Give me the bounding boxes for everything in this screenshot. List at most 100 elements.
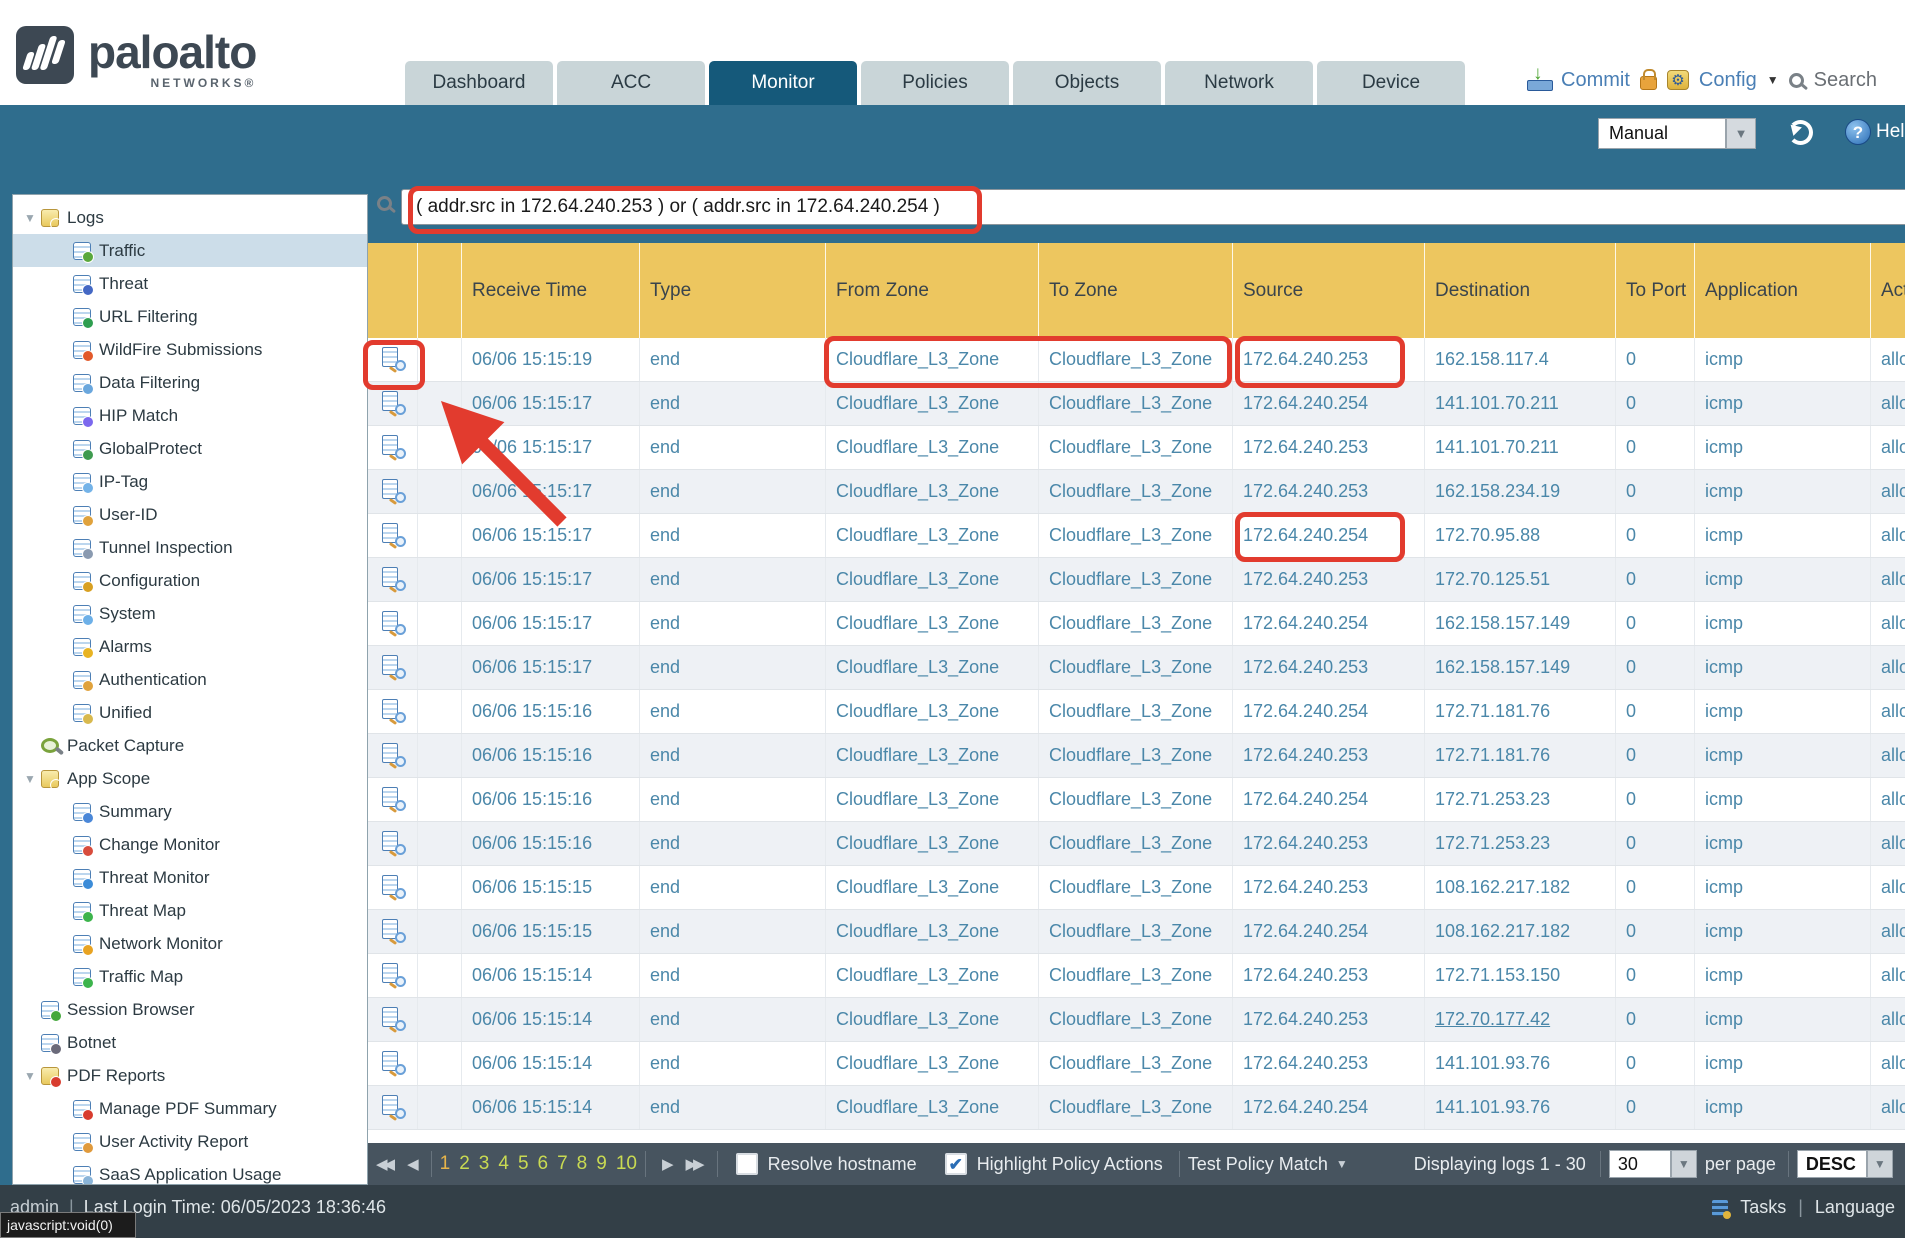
- cell-to-port[interactable]: 0: [1616, 338, 1695, 381]
- page-number-9[interactable]: 9: [596, 1153, 607, 1175]
- cell-from-zone[interactable]: Cloudflare_L3_Zone: [826, 910, 1039, 953]
- cell-application[interactable]: icmp: [1695, 426, 1871, 469]
- cell-source[interactable]: 172.64.240.253: [1233, 734, 1425, 777]
- cell-from-zone[interactable]: Cloudflare_L3_Zone: [826, 822, 1039, 865]
- cell-from-zone[interactable]: Cloudflare_L3_Zone: [826, 1086, 1039, 1129]
- sidebar-item-traffic-map[interactable]: Traffic Map: [13, 960, 367, 993]
- cell-to-zone[interactable]: Cloudflare_L3_Zone: [1039, 822, 1233, 865]
- column-header-application[interactable]: Application: [1695, 243, 1871, 338]
- sidebar-item-threat-map[interactable]: Threat Map: [13, 894, 367, 927]
- sidebar-item-traffic[interactable]: Traffic: [13, 234, 367, 267]
- sidebar-item-manage-pdf-summary[interactable]: Manage PDF Summary: [13, 1092, 367, 1125]
- cell-to-zone[interactable]: Cloudflare_L3_Zone: [1039, 338, 1233, 381]
- cell-application[interactable]: icmp: [1695, 690, 1871, 733]
- cell-source[interactable]: 172.64.240.253: [1233, 954, 1425, 997]
- cell-from-zone[interactable]: Cloudflare_L3_Zone: [826, 734, 1039, 777]
- highlight-policy-checkbox[interactable]: ✔: [945, 1153, 967, 1175]
- cell-action[interactable]: allow: [1871, 954, 1905, 997]
- cell-application[interactable]: icmp: [1695, 822, 1871, 865]
- sidebar-item-logs[interactable]: ▼ Logs: [13, 201, 367, 234]
- column-header-to-port[interactable]: To Port: [1616, 243, 1695, 338]
- sidebar-item-globalprotect[interactable]: GlobalProtect: [13, 432, 367, 465]
- cell-to-port[interactable]: 0: [1616, 382, 1695, 425]
- sidebar-item-summary[interactable]: Summary: [13, 795, 367, 828]
- cell-to-port[interactable]: 0: [1616, 1042, 1695, 1085]
- cell-source[interactable]: 172.64.240.253: [1233, 646, 1425, 689]
- cell-application[interactable]: icmp: [1695, 954, 1871, 997]
- test-policy-match-button[interactable]: Test Policy Match: [1188, 1154, 1328, 1175]
- cell-destination[interactable]: 141.101.93.76: [1425, 1042, 1616, 1085]
- cell-to-zone[interactable]: Cloudflare_L3_Zone: [1039, 602, 1233, 645]
- cell-source[interactable]: 172.64.240.253: [1233, 998, 1425, 1041]
- page-number-7[interactable]: 7: [557, 1153, 568, 1175]
- cell-from-zone[interactable]: Cloudflare_L3_Zone: [826, 338, 1039, 381]
- cell-application[interactable]: icmp: [1695, 646, 1871, 689]
- cell-source[interactable]: 172.64.240.253: [1233, 1042, 1425, 1085]
- cell-action[interactable]: allow: [1871, 1086, 1905, 1129]
- column-header-from-zone[interactable]: From Zone: [826, 243, 1039, 338]
- cell-from-zone[interactable]: Cloudflare_L3_Zone: [826, 998, 1039, 1041]
- cell-from-zone[interactable]: Cloudflare_L3_Zone: [826, 778, 1039, 821]
- log-detail-icon[interactable]: [382, 919, 406, 945]
- tree-expander-icon[interactable]: ▼: [19, 1069, 41, 1083]
- sidebar-item-botnet[interactable]: Botnet: [13, 1026, 367, 1059]
- cell-action[interactable]: allow: [1871, 558, 1905, 601]
- tab-network[interactable]: Network: [1165, 61, 1313, 105]
- cell-application[interactable]: icmp: [1695, 558, 1871, 601]
- cell-application[interactable]: icmp: [1695, 382, 1871, 425]
- cell-source[interactable]: 172.64.240.253: [1233, 822, 1425, 865]
- cell-application[interactable]: icmp: [1695, 338, 1871, 381]
- sidebar-item-packet-capture[interactable]: Packet Capture: [13, 729, 367, 762]
- cell-application[interactable]: icmp: [1695, 866, 1871, 909]
- sidebar-item-wildfire-submissions[interactable]: WildFire Submissions: [13, 333, 367, 366]
- column-header-receive-time[interactable]: Receive Time: [462, 243, 640, 338]
- log-detail-icon[interactable]: [382, 611, 406, 637]
- cell-destination[interactable]: 108.162.217.182: [1425, 866, 1616, 909]
- cell-source[interactable]: 172.64.240.254: [1233, 602, 1425, 645]
- cell-to-zone[interactable]: Cloudflare_L3_Zone: [1039, 382, 1233, 425]
- cell-destination[interactable]: 172.71.253.23: [1425, 822, 1616, 865]
- page-number-10[interactable]: 10: [616, 1153, 637, 1175]
- cell-application[interactable]: icmp: [1695, 1042, 1871, 1085]
- cell-destination[interactable]: 172.70.177.42: [1425, 998, 1616, 1041]
- cell-action[interactable]: allow: [1871, 822, 1905, 865]
- last-page-icon[interactable]: ▶▶: [678, 1155, 709, 1173]
- cell-source[interactable]: 172.64.240.253: [1233, 426, 1425, 469]
- cell-application[interactable]: icmp: [1695, 998, 1871, 1041]
- help-label[interactable]: Help: [1876, 121, 1905, 143]
- log-detail-icon[interactable]: [382, 479, 406, 505]
- cell-to-zone[interactable]: Cloudflare_L3_Zone: [1039, 426, 1233, 469]
- log-detail-icon[interactable]: [382, 787, 406, 813]
- tab-device[interactable]: Device: [1317, 61, 1465, 105]
- cell-application[interactable]: icmp: [1695, 910, 1871, 953]
- cell-source[interactable]: 172.64.240.254: [1233, 1086, 1425, 1129]
- test-policy-caret-icon[interactable]: ▼: [1336, 1157, 1348, 1171]
- log-detail-icon[interactable]: [382, 391, 406, 417]
- sidebar-item-user-id[interactable]: User-ID: [13, 498, 367, 531]
- log-detail-icon[interactable]: [382, 963, 406, 989]
- cell-to-port[interactable]: 0: [1616, 514, 1695, 557]
- cell-action[interactable]: allow: [1871, 646, 1905, 689]
- cell-from-zone[interactable]: Cloudflare_L3_Zone: [826, 690, 1039, 733]
- column-header-type[interactable]: Type: [640, 243, 826, 338]
- cell-destination[interactable]: 172.71.181.76: [1425, 690, 1616, 733]
- cell-destination[interactable]: 162.158.234.19: [1425, 470, 1616, 513]
- sidebar-item-authentication[interactable]: Authentication: [13, 663, 367, 696]
- cell-destination[interactable]: 108.162.217.182: [1425, 910, 1616, 953]
- log-detail-icon[interactable]: [382, 875, 406, 901]
- log-detail-icon[interactable]: [382, 1095, 406, 1121]
- log-detail-icon[interactable]: [382, 831, 406, 857]
- sort-order-caret-icon[interactable]: ▼: [1867, 1150, 1893, 1178]
- sidebar-item-saas-application-usage[interactable]: SaaS Application Usage: [13, 1158, 367, 1185]
- page-number-8[interactable]: 8: [577, 1153, 588, 1175]
- resolve-hostname-checkbox[interactable]: [736, 1153, 758, 1175]
- cell-to-port[interactable]: 0: [1616, 646, 1695, 689]
- cell-action[interactable]: allow: [1871, 690, 1905, 733]
- cell-application[interactable]: icmp: [1695, 602, 1871, 645]
- sidebar-item-pdf-reports[interactable]: ▼ PDF Reports: [13, 1059, 367, 1092]
- first-page-icon[interactable]: ◀◀: [368, 1155, 399, 1173]
- cell-action[interactable]: allow: [1871, 382, 1905, 425]
- column-header-action[interactable]: Action: [1871, 243, 1905, 338]
- filter-query-input[interactable]: [401, 189, 1905, 225]
- cell-to-zone[interactable]: Cloudflare_L3_Zone: [1039, 910, 1233, 953]
